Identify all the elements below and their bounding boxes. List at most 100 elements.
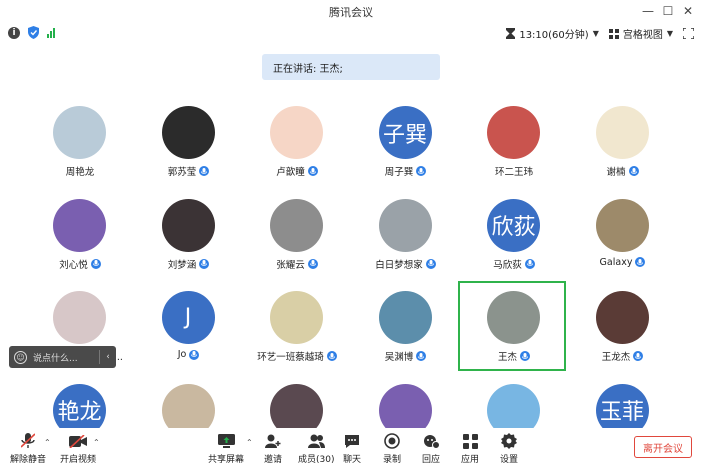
participant-name-row: 环艺一班蔡越琦 <box>243 349 351 363</box>
chevron-up-icon[interactable]: ⌃ <box>246 438 253 447</box>
participant-tile[interactable]: 环二王玮 <box>460 96 568 186</box>
participant-tile[interactable]: 王龙杰 <box>569 281 677 371</box>
chat-toast[interactable]: ☺ 说点什么... ‹ <box>9 346 116 368</box>
participant-name-row: 白日梦想家 <box>352 257 460 271</box>
mic-icon <box>524 258 535 269</box>
participant-tile[interactable]: 卢歆瞳 <box>243 96 351 186</box>
invite-button[interactable]: 邀请 <box>264 432 282 465</box>
active-speaker-frame <box>458 281 566 371</box>
apps-icon <box>462 433 478 449</box>
mic-icon <box>326 351 337 361</box>
participant-name-row: 吴渊博 <box>352 349 460 363</box>
avatar-initials: 欣荻 <box>491 215 536 240</box>
mic-icon <box>90 258 101 269</box>
leave-meeting-button[interactable]: 离开会议 <box>634 436 692 458</box>
emoji-icon[interactable]: ☺ <box>14 350 27 364</box>
avatar <box>270 291 323 344</box>
participant-name-row: 郭苏莹 <box>135 164 243 178</box>
mic-muted-icon <box>21 433 35 448</box>
minimize-icon[interactable]: — <box>638 2 658 20</box>
participant-tile[interactable]: 子巽 周子巽 <box>352 96 460 186</box>
share-screen-icon <box>217 434 235 448</box>
members-button[interactable]: 成员(30) <box>298 432 334 465</box>
mic-icon <box>635 257 646 267</box>
chevron-left-icon[interactable]: ‹ <box>99 350 116 364</box>
participant-tile[interactable]: 郭苏莹 <box>135 96 243 186</box>
mic-icon <box>633 351 644 361</box>
chat-button[interactable]: 聊天 <box>343 432 361 465</box>
view-switcher[interactable]: 宫格视图 ▼ <box>608 26 673 41</box>
info-icon[interactable]: i <box>8 26 20 39</box>
participant-name-row: 刘心悦 <box>26 257 134 271</box>
participant-name: Galaxy <box>599 256 633 268</box>
start-video-button[interactable]: 开启视频 <box>60 432 96 465</box>
participant-tile[interactable]: 吴渊博 <box>352 281 460 371</box>
avatar <box>378 198 432 252</box>
signal-icon[interactable] <box>47 27 55 38</box>
fullscreen-icon[interactable] <box>683 28 694 39</box>
shield-icon[interactable] <box>28 26 39 39</box>
participant-name-row: 环二王玮 <box>460 164 568 178</box>
avatar-initials: J <box>184 305 192 330</box>
maximize-icon[interactable]: ☐ <box>658 2 678 20</box>
avatar <box>161 198 215 252</box>
record-label: 录制 <box>383 455 402 465</box>
participant-name: 张耀云 <box>276 259 305 271</box>
participant-name-row: 张耀云 <box>243 257 351 271</box>
avatar: J <box>161 291 215 344</box>
mic-icon <box>307 258 318 269</box>
record-button[interactable]: 录制 <box>383 432 401 465</box>
mic-icon <box>307 166 318 176</box>
avatar <box>595 106 649 159</box>
bottom-toolbar: 解除静音 ⌃ 开启视频 ⌃ 共享屏幕 ⌃ 邀请 成员(30) 聊天 录制 回应 … <box>0 428 702 467</box>
mic-icon <box>628 166 639 176</box>
replay-button[interactable]: 回应 <box>422 432 440 465</box>
close-icon[interactable]: ✕ <box>678 2 698 20</box>
members-label: 成员(30) <box>298 455 335 465</box>
participant-tile[interactable]: 白日梦想家 <box>352 189 460 279</box>
speaking-banner: 正在讲话: 王杰; <box>262 54 440 80</box>
participant-tile[interactable]: 环艺一班蔡越琦 <box>243 281 351 371</box>
participant-tile[interactable]: 谢楠 <box>569 96 677 186</box>
avatar <box>53 291 106 344</box>
share-screen-button[interactable]: 共享屏幕 <box>208 432 244 465</box>
participant-tile[interactable]: Galaxy <box>569 189 677 279</box>
participant-tile[interactable]: 欣荻 马欣荻 <box>460 189 568 279</box>
participant-tile[interactable]: 张耀云 <box>243 189 351 279</box>
participant-name-row: 谢楠 <box>569 164 677 178</box>
participant-tile[interactable]: 周艳龙 <box>26 96 134 186</box>
avatar: 子巽 <box>378 106 432 159</box>
participant-tile[interactable]: J Jo <box>135 281 243 371</box>
title-bar: 腾讯会议 — ☐ ✕ <box>0 0 702 22</box>
participant-name: Jo <box>177 349 187 360</box>
participant-tile[interactable]: 刘心悦 <box>26 189 134 279</box>
mic-icon <box>416 166 427 176</box>
mic-icon <box>189 349 200 360</box>
camera-off-icon <box>69 434 87 448</box>
avatar <box>378 291 432 344</box>
settings-button[interactable]: 设置 <box>500 432 518 465</box>
participant-name: 周艳龙 <box>65 167 95 178</box>
participant-name-row: 周子巽 <box>352 164 460 178</box>
avatar-initials: 子巽 <box>382 122 427 148</box>
start-video-label: 开启视频 <box>60 455 97 465</box>
gear-icon <box>501 433 517 449</box>
replay-label: 回应 <box>422 455 441 465</box>
invite-icon <box>265 434 281 448</box>
info-bar: i 13:10(60分钟) ▼ 宫格视图 ▼ <box>0 22 702 44</box>
avatar-initials: 玉菲 <box>599 400 644 425</box>
chevron-up-icon[interactable]: ⌃ <box>93 438 100 447</box>
participant-tile[interactable]: 刘梦涵 <box>135 189 243 279</box>
avatar <box>270 106 323 159</box>
chevron-up-icon[interactable]: ⌃ <box>44 438 51 447</box>
unmute-button[interactable]: 解除静音 <box>10 432 46 465</box>
avatar <box>270 198 323 252</box>
apps-button[interactable]: 应用 <box>461 432 479 465</box>
participant-name: 环二王玮 <box>494 167 533 178</box>
avatar <box>487 106 540 159</box>
chevron-down-icon: ▼ <box>592 29 599 38</box>
meeting-timer[interactable]: 13:10(60分钟) ▼ <box>506 26 599 41</box>
participant-name: 环艺一班蔡越琦 <box>257 352 324 363</box>
participant-name-row: 马欣荻 <box>460 257 568 271</box>
members-icon <box>307 434 325 448</box>
